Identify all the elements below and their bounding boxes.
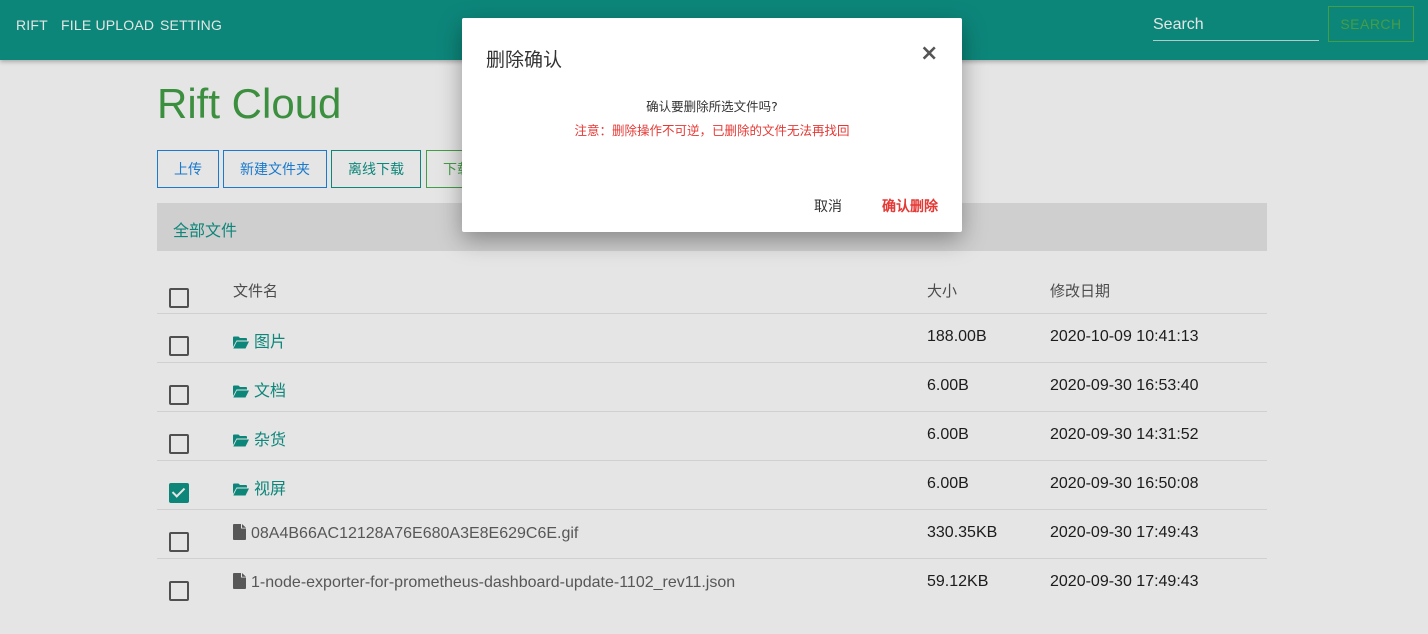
dialog-question: 确认要删除所选文件吗? <box>646 99 778 114</box>
cancel-button[interactable]: 取消 <box>814 196 842 216</box>
dialog-warning: 注意：删除操作不可逆，已删除的文件无法再找回 <box>574 123 850 138</box>
dialog-title: 删除确认 <box>486 49 563 71</box>
close-icon[interactable]: × <box>920 42 938 66</box>
confirm-delete-button[interactable]: 确认删除 <box>882 196 938 216</box>
delete-confirm-dialog: 删除确认 × 确认要删除所选文件吗? 注意：删除操作不可逆，已删除的文件无法再找… <box>462 18 962 232</box>
